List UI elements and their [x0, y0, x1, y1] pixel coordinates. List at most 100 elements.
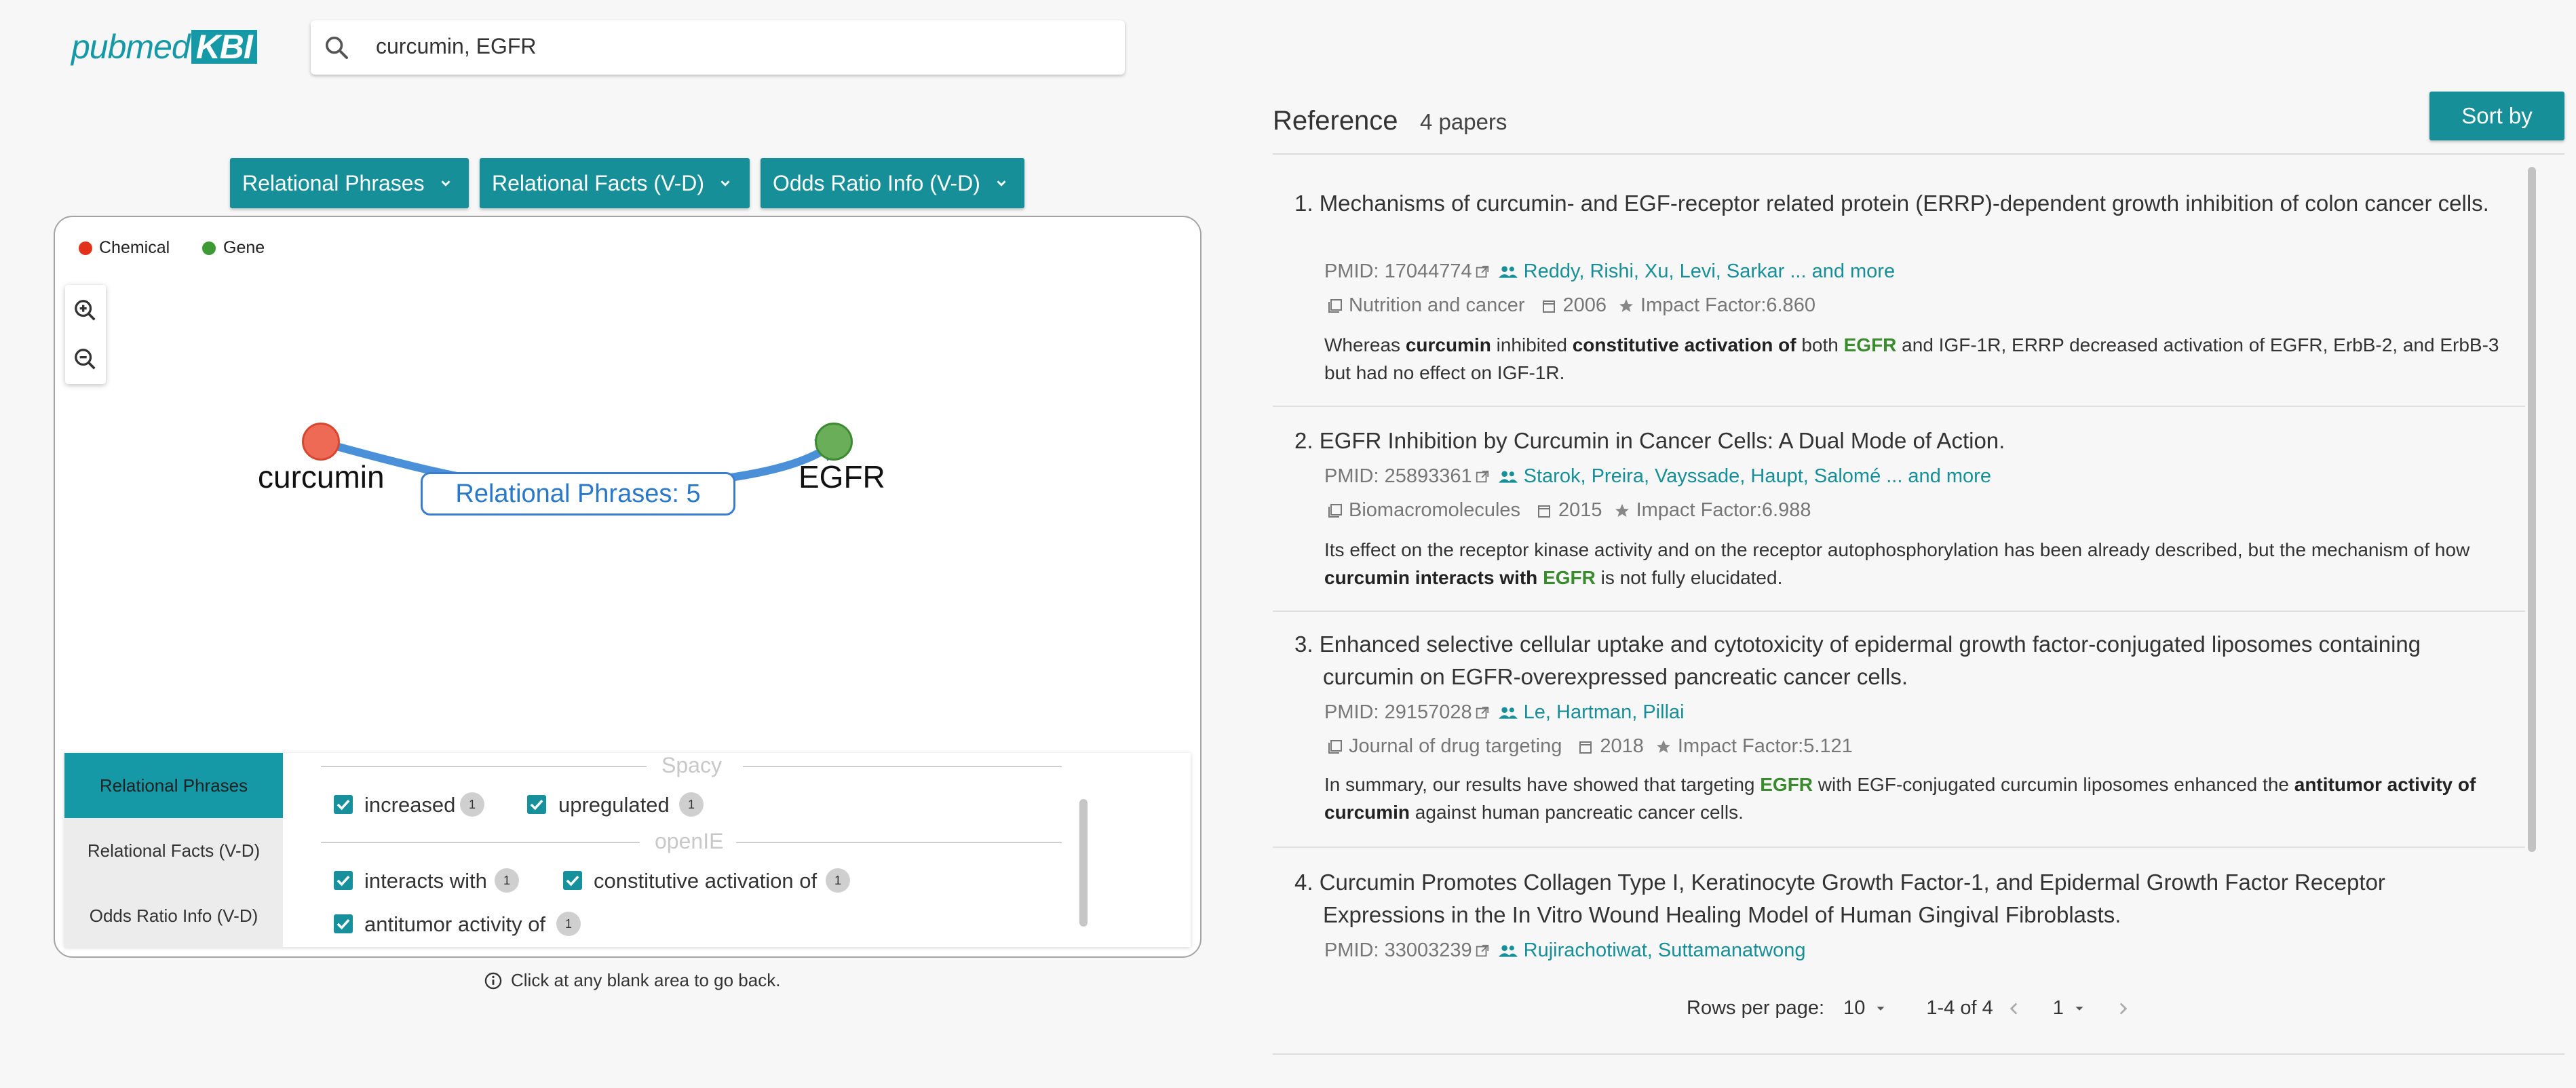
check-icon	[337, 875, 350, 887]
external-link-icon[interactable]	[1475, 265, 1490, 279]
highlighted-gene: EGFR	[1543, 567, 1596, 588]
phrase-label: increased	[364, 793, 456, 817]
abstract-text: In summary, our results have showed that…	[1324, 774, 1761, 795]
search-icon[interactable]	[323, 34, 350, 61]
abstract-text: both	[1796, 334, 1844, 355]
paper-title[interactable]: 2. EGFR Inhibition by Curcumin in Cancer…	[1294, 425, 2509, 457]
relational-phrases-dropdown[interactable]: Relational Phrases	[230, 158, 469, 208]
people-icon	[1498, 265, 1518, 278]
abstract-text: with EGF-conjugated curcumin liposomes e…	[1813, 774, 2294, 795]
chevron-down-icon	[441, 180, 450, 187]
tab-relational-facts[interactable]: Relational Facts (V-D)	[64, 818, 283, 883]
count-badge: 1	[556, 912, 581, 936]
checkbox-increased[interactable]	[334, 795, 353, 814]
chevron-down-icon	[2075, 1006, 2083, 1011]
checkbox-constitutive-activation-of[interactable]	[563, 871, 582, 890]
journal: Journal of drug targeting	[1349, 735, 1562, 757]
pmid[interactable]: PMID: 17044774	[1324, 260, 1472, 283]
check-icon	[337, 799, 350, 811]
divider	[1273, 153, 2564, 155]
page-range: 1-4 of 4	[1926, 997, 1993, 1019]
chevron-left-icon[interactable]	[2005, 1000, 2023, 1017]
journal-icon	[1328, 503, 1342, 518]
pmid[interactable]: PMID: 33003239	[1324, 939, 1472, 962]
chevron-right-icon[interactable]	[2114, 1000, 2132, 1017]
checkbox-antitumor-activity-of[interactable]	[334, 914, 353, 933]
divider	[743, 766, 1062, 767]
phrase-label: upregulated	[558, 793, 670, 817]
logo-badge: KBI	[191, 30, 257, 64]
rows-per-page-select[interactable]: 10	[1843, 997, 1888, 1019]
paper-title[interactable]: 1. Mechanisms of curcumin- and EGF-recep…	[1294, 187, 2509, 220]
star-icon	[1619, 298, 1634, 312]
star-icon	[1615, 503, 1629, 517]
more-authors-link[interactable]: ... and more	[1790, 260, 1895, 283]
divider	[1273, 406, 2525, 407]
checkbox-interacts-with[interactable]	[334, 871, 353, 890]
count-badge: 1	[826, 868, 850, 893]
abstract-text: is not fully elucidated.	[1595, 567, 1783, 588]
paper-authors[interactable]: Le, Hartman, Pillai	[1524, 701, 1685, 724]
paper-authors[interactable]: Reddy, Rishi, Xu, Levi, Sarkar	[1524, 260, 1785, 283]
edge-label[interactable]: Relational Phrases: 5	[421, 472, 735, 516]
pmid[interactable]: PMID: 25893361	[1324, 465, 1472, 488]
page-select[interactable]: 1	[2053, 997, 2087, 1019]
impact-factor: Impact Factor:6.860	[1640, 294, 1815, 316]
abstract-text	[1537, 567, 1543, 588]
checkbox-upregulated[interactable]	[527, 795, 546, 814]
paper-abstract: Its effect on the receptor kinase activi…	[1324, 536, 2505, 591]
paper-meta: PMID: 25893361 Starok, Preira, Vayssade,…	[1324, 465, 1991, 488]
phrases-scrollbar[interactable]	[1079, 799, 1088, 927]
node-curcumin[interactable]	[302, 423, 340, 461]
chemical-legend-dot	[79, 241, 92, 255]
node-curcumin-label: curcumin	[258, 459, 385, 494]
zoom-in-icon[interactable]	[72, 297, 99, 324]
pmid[interactable]: PMID: 29157028	[1324, 701, 1472, 724]
section-title-spacy: Spacy	[661, 753, 722, 777]
external-link-icon[interactable]	[1475, 469, 1490, 484]
legend-chemical: Chemical	[99, 238, 170, 257]
search-input[interactable]: curcumin, EGFR	[376, 34, 536, 59]
odds-ratio-dropdown[interactable]: Odds Ratio Info (V-D)	[761, 158, 1024, 208]
dropdown-label: Odds Ratio Info (V-D)	[773, 170, 980, 195]
paper-authors[interactable]: Rujirachotiwat, Suttamanatwong	[1524, 939, 1806, 962]
year: 2006	[1562, 294, 1607, 316]
relational-facts-dropdown[interactable]: Relational Facts (V-D)	[480, 158, 750, 208]
paper-meta: PMID: 17044774 Reddy, Rishi, Xu, Levi, S…	[1324, 260, 1895, 283]
app-logo[interactable]: pubmed KBI	[71, 27, 257, 66]
tab-relational-phrases[interactable]: Relational Phrases	[64, 753, 283, 818]
tab-odds-ratio[interactable]: Odds Ratio Info (V-D)	[64, 883, 283, 948]
external-link-icon[interactable]	[1475, 944, 1490, 958]
divider	[321, 842, 640, 843]
sort-by-button[interactable]: Sort by	[2429, 92, 2564, 140]
count-badge: 1	[679, 792, 704, 817]
count-badge: 1	[460, 792, 484, 817]
paper-title[interactable]: 3. Enhanced selective cellular uptake an…	[1294, 628, 2509, 693]
external-link-icon[interactable]	[1475, 705, 1490, 720]
journal-icon	[1328, 298, 1342, 313]
count-badge: 1	[495, 868, 519, 893]
journal-icon	[1328, 739, 1342, 754]
check-icon	[530, 799, 543, 811]
reference-scrollbar[interactable]	[2528, 167, 2536, 852]
calendar-icon	[1579, 741, 1592, 754]
paper-authors[interactable]: Starok, Preira, Vayssade, Haupt, Salomé	[1524, 465, 1881, 488]
search-bar[interactable]: curcumin, EGFR	[311, 20, 1125, 75]
paper-abstract: In summary, our results have showed that…	[1324, 771, 2505, 826]
abstract-text: Whereas	[1324, 334, 1406, 355]
more-authors-link[interactable]: ... and more	[1886, 465, 1991, 488]
divider	[1273, 847, 2525, 848]
node-egfr-label: EGFR	[799, 459, 885, 494]
paper-title[interactable]: 4. Curcumin Promotes Collagen Type I, Ke…	[1294, 866, 2509, 931]
phrase-label: interacts with	[364, 869, 487, 893]
phrase-label: constitutive activation of	[594, 869, 818, 893]
hint-text: Click at any blank area to go back.	[511, 970, 781, 990]
back-hint: Click at any blank area to go back.	[484, 970, 780, 991]
divider	[736, 842, 1062, 843]
check-icon	[566, 875, 579, 887]
zoom-out-icon[interactable]	[72, 346, 99, 373]
calendar-icon	[1542, 300, 1555, 313]
people-icon	[1498, 706, 1518, 719]
node-egfr[interactable]	[815, 423, 853, 461]
year: 2015	[1558, 499, 1602, 521]
